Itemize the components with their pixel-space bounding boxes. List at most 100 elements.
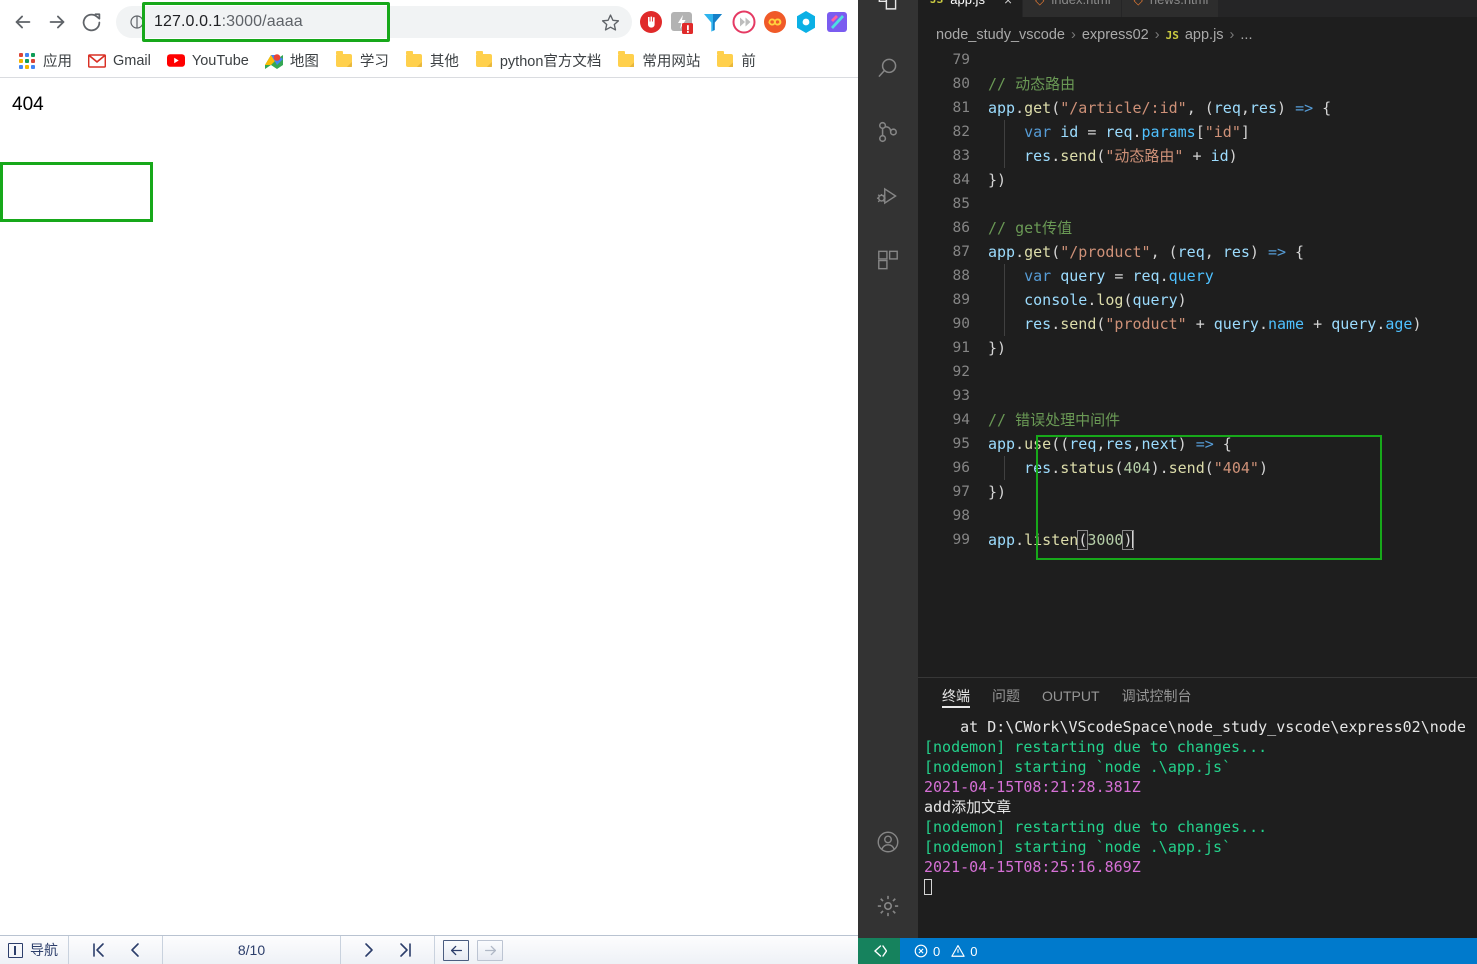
tab-index-html[interactable]: ◇ index.html (1023, 0, 1122, 17)
source-control-icon[interactable] (858, 100, 918, 164)
code-token: , (1132, 435, 1142, 453)
tab-problems[interactable]: 问题 (992, 678, 1020, 713)
code-line[interactable]: 89 console.log(query) (918, 288, 1477, 312)
tampermonkey-extension-icon[interactable] (669, 9, 695, 35)
octotree-extension-icon[interactable] (793, 9, 819, 35)
code-line[interactable]: 92 (918, 360, 1477, 384)
bookmark-maps[interactable]: 地图 (257, 48, 327, 74)
code-line[interactable]: 96 res.status(404).send("404") (918, 456, 1477, 480)
explorer-icon[interactable] (858, 0, 918, 36)
code-line[interactable]: 90 res.send("product" + query.name + que… (918, 312, 1477, 336)
code-text: app.use((req,res,next) => { (988, 432, 1232, 456)
tab-debug-console[interactable]: 调试控制台 (1122, 678, 1192, 713)
line-number: 87 (952, 244, 970, 260)
bookmark-gmail[interactable]: Gmail (80, 48, 159, 74)
code-token: }) (988, 483, 1007, 501)
code-token: => (1195, 435, 1214, 453)
account-icon[interactable] (858, 810, 918, 874)
code-token: params (1141, 123, 1196, 141)
code-token: ) (1258, 459, 1268, 477)
navigation-label-segment[interactable]: 导航 (0, 935, 69, 964)
code-token: . (1132, 123, 1142, 141)
close-icon[interactable]: × (1004, 0, 1012, 8)
code-token: log (1096, 291, 1124, 309)
first-page-button[interactable] (90, 941, 106, 959)
run-debug-icon[interactable] (858, 164, 918, 228)
code-line[interactable]: 98 (918, 504, 1477, 528)
code-token: . (1258, 315, 1268, 333)
code-token: // 错误处理中间件 (988, 411, 1121, 429)
bookmark-folder-study[interactable]: 学习 (327, 48, 397, 74)
bookmark-label: 应用 (43, 54, 72, 70)
code-line[interactable]: 84}) (918, 168, 1477, 192)
search-icon[interactable] (858, 36, 918, 100)
code-line[interactable]: 91}) (918, 336, 1477, 360)
breadcrumb-item-subfolder[interactable]: express02 (1082, 27, 1149, 43)
back-button[interactable] (6, 5, 40, 39)
tab-terminal[interactable]: 终端 (942, 678, 970, 713)
tab-app-js[interactable]: JS app.js × (918, 0, 1024, 17)
code-line[interactable]: 81 app.get("/article/:id", (req,res) => { (918, 96, 1477, 120)
breadcrumb-separator: › (1071, 27, 1076, 43)
bookmark-youtube[interactable]: YouTube (159, 48, 257, 74)
code-line[interactable]: 88 var query = req.query (918, 264, 1477, 288)
panel-tabs: 终端 问题 OUTPUT 调试控制台 (918, 678, 1477, 713)
tab-news-html[interactable]: ◇ news.html (1121, 0, 1220, 17)
code-text: res.send("动态路由" + id) (988, 144, 1238, 168)
tab-output[interactable]: OUTPUT (1042, 678, 1100, 713)
remote-window-icon[interactable] (858, 938, 900, 964)
page-indicator-segment[interactable]: 8/10 (163, 935, 341, 964)
breadcrumb-item-folder[interactable]: node_study_vscode (936, 27, 1065, 43)
breadcrumb-item-file[interactable]: app.js (1185, 27, 1224, 43)
code-line[interactable]: 94 // 错误处理中间件 (918, 408, 1477, 432)
history-forward-button[interactable] (477, 939, 503, 961)
code-line[interactable]: 87 app.get("/product", (req, res) => { (918, 240, 1477, 264)
code-line[interactable]: 80 // 动态路由 (918, 72, 1477, 96)
tab-label: index.html (1051, 0, 1110, 7)
extensions-icon[interactable] (858, 228, 918, 292)
code-token: app (988, 531, 1016, 549)
code-line[interactable]: 86 // get传值 (918, 216, 1477, 240)
history-back-button[interactable] (443, 939, 469, 961)
reload-button[interactable] (74, 5, 108, 39)
code-token: + (1186, 315, 1214, 333)
bookmark-folder-frontend[interactable]: 前 (708, 48, 764, 74)
code-line[interactable]: 83 res.send("动态路由" + id) (918, 144, 1477, 168)
next-page-button[interactable] (362, 941, 376, 959)
bookmark-folder-python-docs[interactable]: python官方文档 (467, 48, 610, 74)
code-line[interactable]: 95 app.use((req,res,next) => { (918, 432, 1477, 456)
status-badge[interactable]: 0 0 (914, 944, 977, 959)
video-speed-extension-icon[interactable] (731, 9, 757, 35)
forward-button[interactable] (40, 5, 74, 39)
site-info-icon[interactable] (126, 11, 148, 33)
code-line[interactable]: 82 var id = req.params["id"] (918, 120, 1477, 144)
code-text: }) (988, 336, 1006, 360)
code-editor[interactable]: 79 80// 动态路由 81 app.get("/article/:id", (re… (918, 48, 1477, 703)
code-token: . (1051, 459, 1061, 477)
last-page-button[interactable] (398, 941, 414, 959)
code-line[interactable]: 93 (918, 384, 1477, 408)
bookmark-apps[interactable]: 应用 (10, 48, 80, 74)
settings-gear-icon[interactable] (858, 874, 918, 938)
address-bar[interactable]: 127.0.0.1:3000/aaaa (116, 6, 632, 38)
yandex-extension-icon[interactable] (700, 9, 726, 35)
infinity-extension-icon[interactable] (762, 9, 788, 35)
terminal-output[interactable]: at D:\CWork\VScodeSpace\node_study_vscod… (918, 713, 1477, 897)
breadcrumb-item-symbol[interactable]: ... (1240, 27, 1252, 43)
adblock-extension-icon[interactable] (638, 9, 664, 35)
code-line[interactable]: 85 (918, 192, 1477, 216)
bookmark-label: 前 (741, 54, 756, 70)
code-text: console.log(query) (988, 288, 1187, 312)
code-line[interactable]: 99 app.listen(3000) (918, 528, 1477, 552)
colorful-extension-icon[interactable] (824, 9, 850, 35)
code-line[interactable]: 79 (918, 48, 1477, 72)
code-line[interactable]: 97}) (918, 480, 1477, 504)
code-text: }) (988, 480, 1006, 504)
bookmark-folder-other[interactable]: 其他 (397, 48, 467, 74)
bookmark-star-icon[interactable] (598, 10, 622, 34)
bookmark-folder-common-sites[interactable]: 常用网站 (609, 48, 708, 74)
line-number: 92 (952, 364, 970, 380)
prev-page-button[interactable] (128, 941, 142, 959)
js-file-icon: JS (930, 0, 943, 6)
